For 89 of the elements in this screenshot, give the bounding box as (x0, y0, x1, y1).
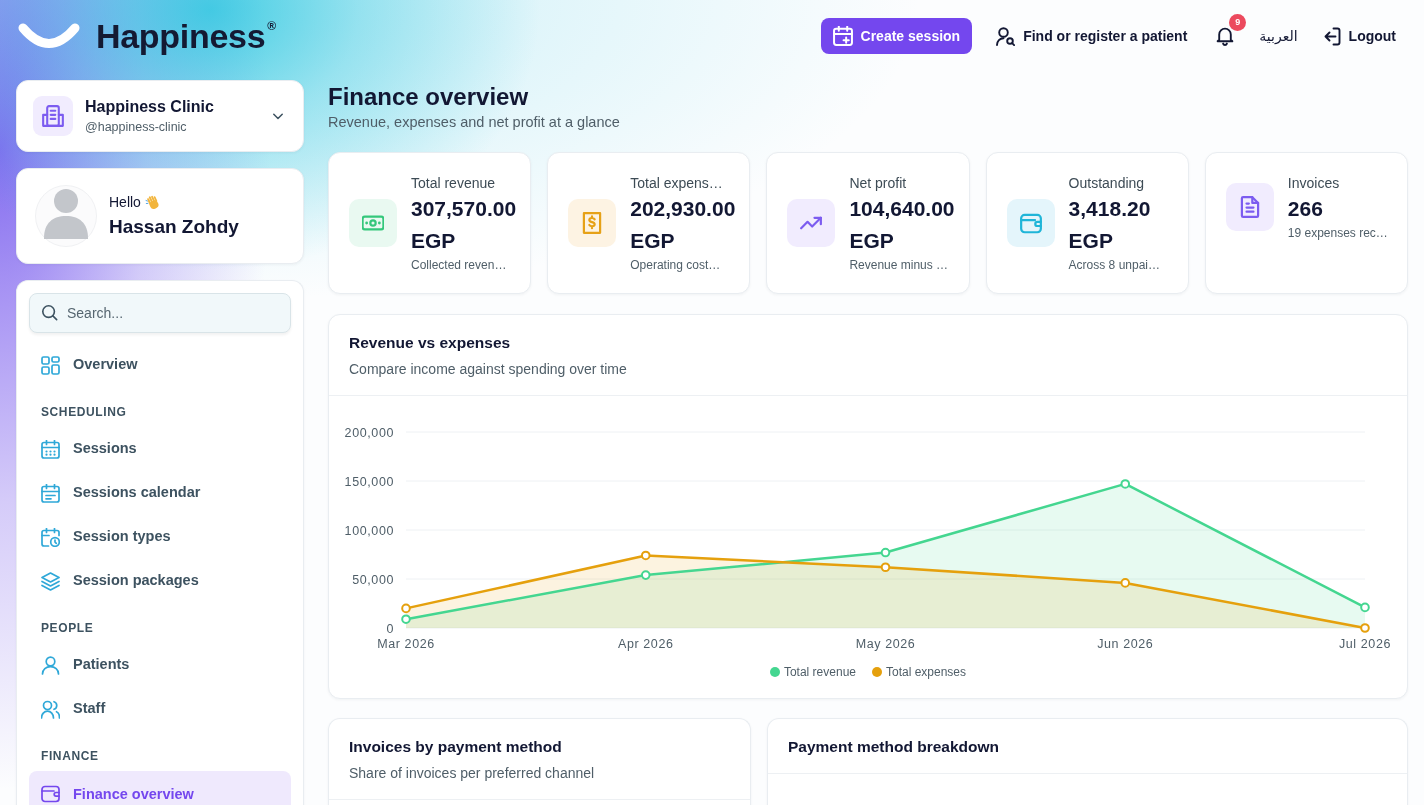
calendar-icon[interactable] (41, 483, 60, 503)
calendar-clock-icon[interactable] (41, 527, 60, 547)
bell-icon[interactable] (1215, 26, 1236, 46)
axis-label: Mar 2026 (377, 637, 435, 651)
data-point (1360, 602, 1370, 613)
legend-label: Total expenses (886, 664, 967, 681)
data-point (401, 614, 411, 624)
axis-label: 0 (386, 621, 394, 636)
clinic-name: Happiness Clinic (85, 97, 215, 117)
section-heading: PEOPLE (40, 620, 95, 637)
clinic-switcher[interactable]: Happiness Clinic @happiness-clinic (16, 80, 304, 152)
sidebar-item[interactable]: Finance overview (29, 771, 291, 805)
search-icon (41, 304, 58, 321)
sidebar-item[interactable]: Overview (29, 343, 291, 387)
page-subtitle: Revenue, expenses and net profit at a glance (328, 113, 621, 132)
page-title: Finance overview (328, 82, 530, 112)
calendar-icon[interactable] (41, 439, 60, 459)
wallet-icon (1006, 199, 1055, 247)
stat-note: Across 8 unpai… (1068, 257, 1161, 273)
logout-icon[interactable] (1321, 26, 1341, 46)
data-point (1120, 479, 1131, 489)
card-title: Revenue vs expenses (349, 333, 512, 353)
stat-value: 202,930.00 EGP (630, 196, 737, 254)
stat-value: 3,418.20 EGP (1068, 196, 1152, 254)
data-point (1120, 578, 1131, 588)
stat-label: Net profit (849, 174, 908, 193)
sidebar-item[interactable]: Patients (29, 643, 291, 687)
stat-note: Operating cost… (630, 257, 722, 273)
axis-label: 200,000 (344, 425, 394, 440)
stat-label: Total expens… (630, 174, 724, 193)
section-heading: SCHEDULING (40, 404, 128, 421)
axis-label: 150,000 (344, 474, 394, 489)
banknote-icon (349, 199, 397, 247)
axis-label: 50,000 (352, 572, 394, 587)
logout-button[interactable]: Logout (1321, 25, 1396, 47)
language-link[interactable]: العربية (1259, 25, 1298, 47)
legend-label: Total revenue (783, 664, 856, 681)
axis-label: Jul 2026 (1338, 637, 1392, 651)
data-point (880, 562, 891, 573)
calendar-plus-icon[interactable] (832, 26, 853, 46)
receipt-icon (568, 199, 617, 247)
users-icon[interactable] (41, 699, 60, 719)
wallet-icon[interactable] (41, 784, 60, 803)
create-session-button[interactable]: Create session (820, 18, 973, 54)
search-field[interactable]: Search... (29, 293, 291, 333)
sidebar-item[interactable]: Sessions calendar (29, 471, 291, 515)
axis-label: Jun 2026 (1097, 637, 1154, 651)
user-icon[interactable] (41, 655, 60, 675)
stat-label: Invoices (1287, 174, 1341, 193)
sidebar-item[interactable]: Staff (29, 687, 291, 731)
brand-name: Happiness$^{®}$ (96, 19, 276, 53)
data-point (880, 547, 891, 558)
sidebar-item[interactable]: Session packages (29, 559, 291, 603)
card-title: Invoices by payment method (349, 737, 563, 757)
sidebar-item[interactable]: Session types (29, 515, 291, 559)
stat-note: Revenue minus … (849, 257, 950, 273)
hand-icon (144, 194, 161, 210)
stat-value: 266 (1287, 196, 1324, 222)
find-patient-link[interactable]: Find or register a patient (996, 25, 1188, 47)
stat-value: 104,640.00 EGP (849, 196, 956, 254)
sidebar-item[interactable]: Sessions (29, 427, 291, 471)
data-point (640, 550, 651, 561)
section-heading: FINANCE (40, 748, 100, 765)
notification-badge: 9 (1229, 14, 1247, 31)
user-name: Hassan Zohdy (109, 215, 239, 239)
avatar-silhouette (35, 185, 97, 247)
card-subtitle: Share of invoices per preferred channel (349, 764, 596, 783)
card-subtitle: Compare income against spending over time (349, 360, 628, 379)
stat-label: Total revenue (411, 174, 497, 193)
grid-icon[interactable] (41, 355, 60, 375)
stat-value: 307,570.00 EGP (411, 196, 518, 254)
clinic-handle: @happiness-clinic (85, 119, 188, 135)
card-title: Payment method breakdown (788, 737, 1000, 757)
axis-label: May 2026 (855, 637, 916, 651)
stat-note: Collected reven… (411, 257, 508, 273)
trending-up-icon (787, 199, 836, 247)
axis-label: 100,000 (344, 523, 394, 538)
smile-logo-icon (18, 23, 80, 49)
greeting-text: Hello (109, 193, 141, 211)
document-icon (1225, 183, 1274, 231)
user-search-icon[interactable] (996, 26, 1016, 46)
stat-note: 19 expenses rec… (1287, 225, 1388, 241)
layers-icon[interactable] (41, 571, 60, 591)
data-point (1360, 623, 1370, 633)
data-point (401, 603, 411, 614)
data-point (640, 570, 651, 580)
axis-label: Apr 2026 (618, 637, 674, 651)
stat-label: Outstanding (1068, 174, 1146, 193)
building-icon (33, 96, 73, 136)
